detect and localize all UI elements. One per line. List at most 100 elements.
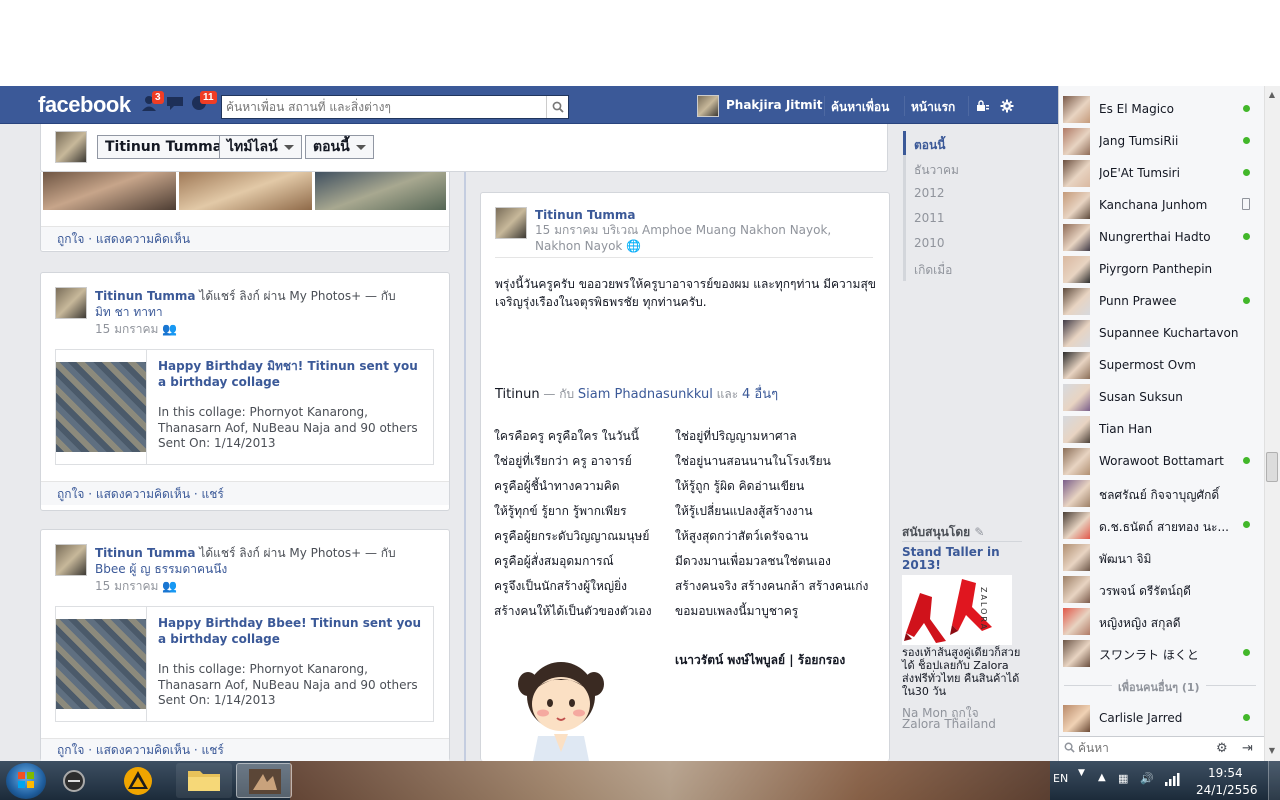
taskbar-explorer-button[interactable] (176, 763, 232, 798)
post-date-location[interactable]: 15 มกราคม บริเวณ Amphoe Muang Nakhon Nay… (535, 222, 875, 254)
show-hidden-icons-icon[interactable]: ▲ (1098, 772, 1106, 783)
search-input[interactable] (222, 96, 542, 118)
home-link[interactable]: หน้าแรก (911, 98, 955, 117)
post-author-name[interactable]: Titinun Tumma (95, 546, 195, 560)
notifications-icon[interactable]: 11 (190, 91, 217, 113)
friend-name: วรพจน์ ดรีรัตน์ฤดี (1099, 584, 1191, 598)
ad-image[interactable]: ZALORA (902, 575, 1012, 645)
ad-title[interactable]: Stand Taller in 2013! (902, 546, 1022, 572)
year-nav-now[interactable]: ตอนนี้ (914, 136, 945, 155)
year-nav-2011[interactable]: 2011 (914, 211, 945, 225)
post-author-avatar[interactable] (495, 207, 527, 239)
album-photo[interactable] (179, 172, 312, 210)
year-nav-2012[interactable]: 2012 (914, 186, 945, 200)
chat-friend[interactable]: วรพจน์ ดรีรัตน์ฤดี (1062, 575, 1258, 603)
friend-avatar (1063, 544, 1090, 571)
search-icon[interactable] (546, 96, 568, 118)
chat-friend[interactable]: ชลศรัณย์ กิจจาบุญศักดิ์ (1062, 479, 1258, 507)
post-actions[interactable]: ถูกใจ · แสดงความคิดเห็น · แชร์ (41, 738, 449, 761)
poem-line: ใครคือครู ครูคือใคร ในวันนี้ (494, 429, 639, 443)
window-scrollbar[interactable] (1264, 86, 1280, 761)
post-heading: Titinun Tumma ได้แชร์ ลิงก์ ผ่าน My Phot… (95, 288, 415, 320)
tagged-others-link[interactable]: 4 อื่นๆ (742, 387, 778, 402)
clock-time[interactable]: 19:54 (1208, 766, 1243, 780)
link-title[interactable]: Happy Birthday Bbee! Titinun sent you a … (158, 615, 428, 647)
post-author-avatar[interactable] (55, 544, 87, 576)
find-friends-link[interactable]: ค้นหาเพื่อน (831, 98, 889, 117)
timeline-profile-avatar[interactable] (55, 131, 87, 163)
album-photo[interactable] (315, 172, 446, 210)
privacy-shortcuts-icon[interactable] (976, 100, 989, 115)
scroll-up-arrow-icon[interactable]: ▲ (1267, 90, 1277, 100)
friend-requests-icon[interactable]: 3 (142, 91, 164, 113)
collage-thumbnail[interactable] (56, 362, 146, 452)
friend-avatar (1063, 96, 1090, 123)
chat-friend[interactable]: スワンラト ほくと (1062, 639, 1258, 667)
preview-divider (146, 607, 147, 721)
chat-friend[interactable]: Es El Magico (1062, 95, 1258, 123)
chat-search-input[interactable] (1078, 739, 1208, 757)
chat-friend[interactable]: พัฒนา จิมิ (1062, 543, 1258, 571)
post-date[interactable]: 15 มกราคม 👥 (95, 577, 177, 596)
volume-icon[interactable]: 🔊 (1140, 772, 1154, 785)
post-share-text: ได้แชร์ ลิงก์ ผ่าน My Photos+ — กับ (195, 546, 396, 560)
chat-friend[interactable]: JoE'At Tumsiri (1062, 159, 1258, 187)
year-nav-2010[interactable]: 2010 (914, 236, 945, 250)
chat-friend[interactable]: Piyrgorn Panthepin (1062, 255, 1258, 283)
year-nav-born[interactable]: เกิดเมื่อ (914, 261, 952, 280)
chat-friend[interactable]: Susan Suksun (1062, 383, 1258, 411)
language-indicator[interactable]: EN (1053, 772, 1068, 785)
chat-friend[interactable]: Worawoot Bottamart (1062, 447, 1258, 475)
taskbar-app-icon[interactable] (58, 766, 90, 796)
profile-link[interactable]: Phakjira Jitmit (726, 98, 823, 112)
chat-friend[interactable]: Supannee Kuchartavon (1062, 319, 1258, 347)
scroll-down-arrow-icon[interactable]: ▼ (1267, 746, 1277, 756)
post-author-name[interactable]: Titinun Tumma (535, 208, 635, 222)
tagged-person-link[interactable]: Siam Phadnasunkkul (578, 387, 713, 402)
profile-avatar[interactable] (697, 95, 719, 117)
chat-options-gear-icon[interactable]: ⚙ (1216, 741, 1228, 756)
profile-name-pill[interactable]: Titinun Tumma (97, 135, 231, 159)
keyboard-options-icon[interactable]: ▼ (1078, 768, 1085, 778)
show-desktop-button[interactable] (1268, 761, 1280, 800)
messages-icon[interactable] (166, 95, 186, 113)
post-author-avatar[interactable] (55, 287, 87, 319)
chat-friend[interactable]: Carlisle Jarred (1062, 704, 1258, 732)
poem-photo[interactable]: ใครคือครู ครูคือใคร ในวันนี้ ใช่อยู่ที่เ… (486, 422, 886, 761)
taskbar-browser-button[interactable] (236, 763, 292, 798)
album-photo[interactable] (43, 172, 176, 210)
pencil-icon[interactable]: ✎ (974, 525, 984, 539)
chat-friend[interactable]: Nungrerthai Hadto (1062, 223, 1258, 251)
post-author-name[interactable]: Titinun Tumma (95, 289, 195, 303)
link-title[interactable]: Happy Birthday มิทชา! Titinun sent you a… (158, 358, 428, 390)
chat-friend[interactable]: ด.ช.ธนัตถ์ สายทอง นะ... (1062, 511, 1258, 539)
post-date[interactable]: 15 มกราคม 👥 (95, 320, 177, 339)
chat-friend[interactable]: Supermost Ovm (1062, 351, 1258, 379)
collage-thumbnail[interactable] (56, 619, 146, 709)
settings-gear-icon[interactable] (1000, 99, 1014, 116)
post-actions[interactable]: ถูกใจ · แสดงความคิดเห็น · แชร์ (41, 481, 449, 505)
network-signal-icon[interactable] (1164, 772, 1180, 789)
timeline-dropdown[interactable]: ไทม์ไลน์ (219, 135, 302, 159)
post-actions[interactable]: ถูกใจ · แสดงความคิดเห็น (41, 226, 449, 250)
poem-line: ให้รู้เปลี่ยนแปลงสู้สร้างงาน (675, 504, 813, 518)
tag-author[interactable]: Titinun (495, 387, 540, 402)
clock-date[interactable]: 24/1/2556 (1196, 783, 1258, 797)
friend-name: Carlisle Jarred (1099, 711, 1183, 725)
chat-friend[interactable]: Kanchana Junhom (1062, 191, 1258, 219)
ad-page-link[interactable]: Zalora Thailand (902, 717, 996, 731)
chat-friend[interactable]: Punn Prawee (1062, 287, 1258, 315)
tagged-friend-link[interactable]: Bbee ผู้ ญ ธรรมดาคนนึง (95, 562, 227, 576)
chat-popout-icon[interactable]: ⇥ (1242, 741, 1253, 756)
start-button[interactable] (6, 763, 46, 799)
taskbar-media-player-icon[interactable] (120, 765, 156, 797)
scrollbar-thumb[interactable] (1266, 452, 1278, 482)
now-dropdown[interactable]: ตอนนี้ (305, 135, 374, 159)
chat-friend[interactable]: Jang TumsiRii (1062, 127, 1258, 155)
tagged-friend-link[interactable]: มิท ชา ทาทา (95, 305, 163, 319)
chat-friend[interactable]: Tian Han (1062, 415, 1258, 443)
chat-friend[interactable]: หญิงหญิง สกุลดี (1062, 607, 1258, 635)
year-nav-december[interactable]: ธันวาคม (914, 161, 959, 180)
usb-device-icon[interactable]: ▦ (1118, 772, 1128, 785)
facebook-logo[interactable]: facebook (38, 92, 131, 118)
